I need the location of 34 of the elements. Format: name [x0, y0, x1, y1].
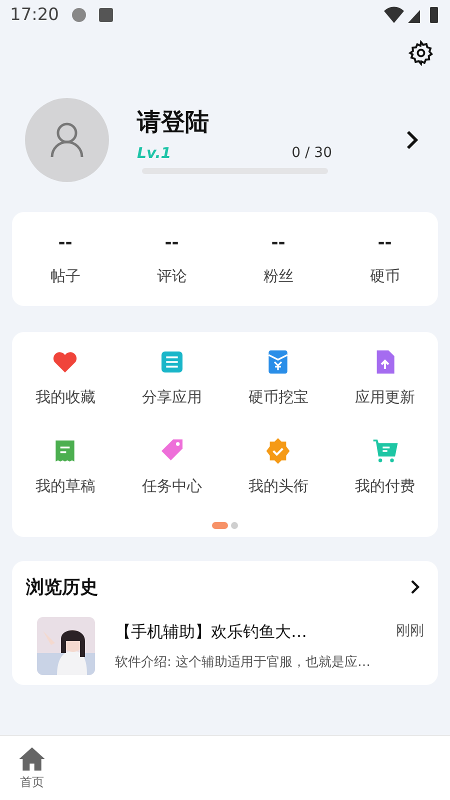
menu-item[interactable]: 应用更新 [354, 388, 415, 407]
menu-item[interactable]: 我的收藏 [35, 388, 96, 407]
user-icon [50, 122, 84, 158]
menu-item[interactable]: 任务中心 [142, 477, 202, 496]
home-icon [18, 746, 46, 772]
status-time: 17:20 [10, 5, 59, 25]
page-dot[interactable] [231, 522, 238, 529]
stat-label[interactable]: 粉丝 [263, 266, 294, 286]
stat-value: -- [164, 232, 179, 252]
stat-value: -- [271, 232, 286, 252]
menu-item[interactable]: 分享应用 [142, 388, 202, 407]
settings-icon[interactable] [408, 40, 434, 66]
history-title[interactable]: 【手机辅助】欢乐钓鱼大… [115, 622, 307, 642]
stat-label[interactable]: 评论 [156, 266, 187, 286]
menu-item[interactable]: 硬币挖宝 [248, 388, 308, 407]
stat-label[interactable]: 硬币 [370, 266, 400, 286]
badge-icon [264, 437, 292, 465]
notification-icon [71, 7, 87, 23]
cart-icon [370, 437, 399, 465]
notification-icon [99, 8, 113, 22]
menu-item[interactable]: 我的草稿 [35, 477, 96, 496]
menu-item[interactable]: 我的头衔 [248, 477, 308, 496]
stat-label[interactable]: 帖子 [50, 266, 80, 286]
progress-text: 0 / 30 [292, 145, 332, 161]
level-label: Lv.1 [137, 144, 172, 162]
nav-tab[interactable]: 首页 [18, 736, 46, 800]
history-summary: 软件介绍: 这个辅助适用于官服，也就是应… [115, 654, 372, 670]
history-time: 刚刚 [396, 622, 424, 640]
stat-value: -- [58, 232, 72, 252]
section-title: 浏览历史 [26, 576, 98, 599]
stat-value: -- [378, 232, 392, 252]
login-prompt[interactable]: 请登陆 [137, 106, 332, 138]
status-icons [384, 6, 440, 24]
menu-item[interactable]: 我的付费 [354, 477, 415, 496]
